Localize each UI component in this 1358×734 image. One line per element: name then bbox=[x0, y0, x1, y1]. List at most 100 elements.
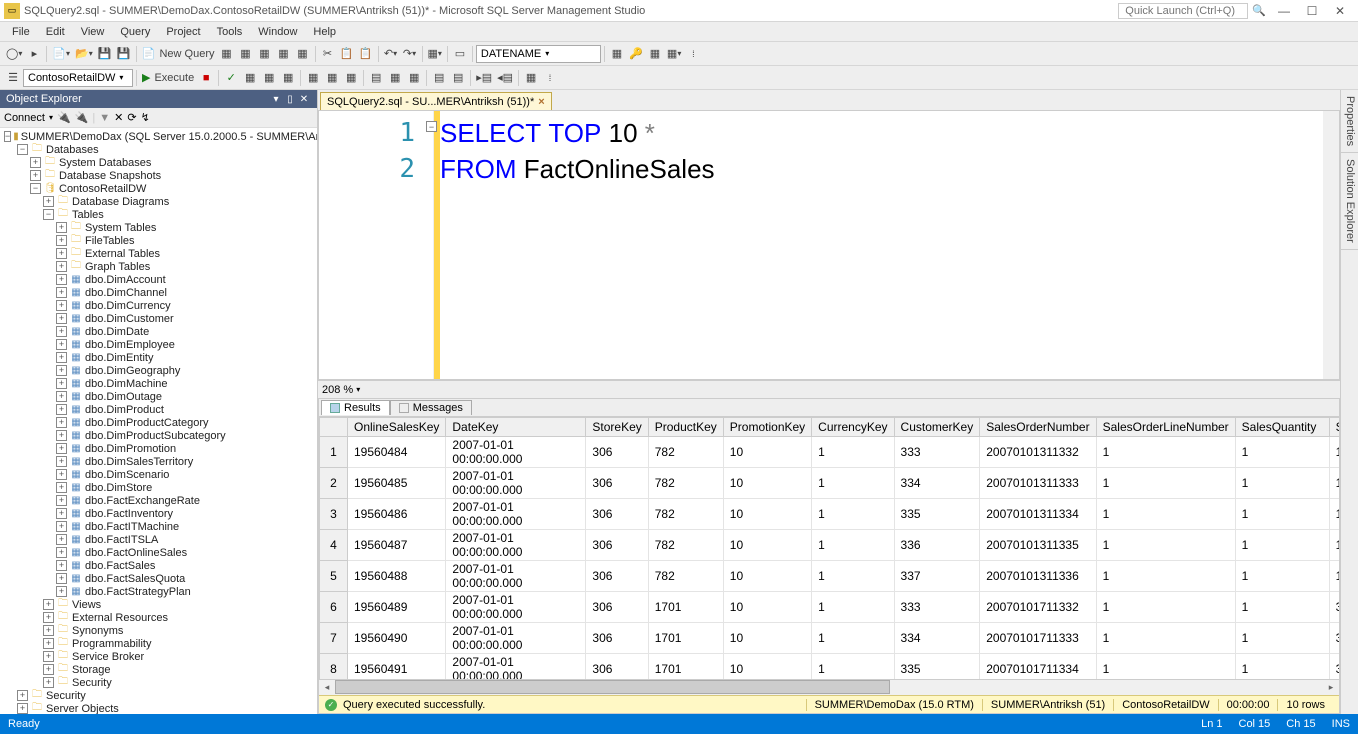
cell[interactable]: 306 bbox=[586, 654, 648, 680]
cell[interactable]: 1 bbox=[1096, 468, 1235, 499]
tool-icon-2[interactable]: 🔑 bbox=[627, 44, 645, 64]
menu-query[interactable]: Query bbox=[112, 24, 158, 40]
column-header[interactable]: SalesOrderLineNumber bbox=[1096, 418, 1235, 437]
table-row[interactable]: 1195604842007-01-01 00:00:00.00030678210… bbox=[320, 437, 1340, 468]
cell[interactable]: 2007-01-01 00:00:00.000 bbox=[446, 437, 586, 468]
cell[interactable]: 1 bbox=[812, 561, 894, 592]
cell[interactable]: 306 bbox=[586, 437, 648, 468]
cell[interactable]: 10 bbox=[723, 437, 811, 468]
database-combo[interactable]: ContosoRetailDW▾ bbox=[23, 69, 133, 87]
menu-file[interactable]: File bbox=[4, 24, 38, 40]
cell[interactable]: 20070101711334 bbox=[980, 654, 1096, 680]
cell[interactable]: 20070101311335 bbox=[980, 530, 1096, 561]
tree-node[interactable]: +🗀Security bbox=[0, 676, 317, 689]
cell[interactable]: 306 bbox=[586, 499, 648, 530]
cell[interactable]: 1 bbox=[1096, 499, 1235, 530]
query-options-icon[interactable]: ▦ bbox=[260, 68, 278, 88]
results-grid-icon[interactable]: ▦ bbox=[386, 68, 404, 88]
cut-button[interactable]: ✂ bbox=[319, 44, 337, 64]
cell[interactable]: 306 bbox=[586, 592, 648, 623]
cell[interactable]: 334 bbox=[894, 468, 980, 499]
cell[interactable]: 782 bbox=[648, 561, 723, 592]
object-explorer-tree[interactable]: −▮SUMMER\DemoDax (SQL Server 15.0.2000.5… bbox=[0, 128, 317, 714]
column-header[interactable]: SalesAmo bbox=[1329, 418, 1339, 437]
tool-icon-4[interactable]: ▦▾ bbox=[665, 44, 683, 64]
undo-button[interactable]: ↶▾ bbox=[382, 44, 400, 64]
close-button[interactable]: ✕ bbox=[1326, 4, 1354, 18]
cell[interactable]: 19560486 bbox=[348, 499, 446, 530]
save-all-button[interactable]: 💾 bbox=[115, 44, 133, 64]
redo-button[interactable]: ↷▾ bbox=[401, 44, 419, 64]
column-header[interactable]: StoreKey bbox=[586, 418, 648, 437]
cell[interactable]: 10 bbox=[723, 592, 811, 623]
results-grid[interactable]: OnlineSalesKeyDateKeyStoreKeyProductKeyP… bbox=[319, 417, 1339, 679]
new-project-button[interactable]: 📄▾ bbox=[50, 44, 72, 64]
tree-node[interactable]: +▦dbo.FactITMachine bbox=[0, 520, 317, 533]
code-content[interactable]: SELECT TOP 10 * FROM FactOnlineSales bbox=[440, 111, 1323, 379]
cell[interactable]: 1 bbox=[812, 530, 894, 561]
copy-button[interactable]: 📋 bbox=[338, 44, 356, 64]
tree-node[interactable]: +🗀External Tables bbox=[0, 247, 317, 260]
cell[interactable]: 1 bbox=[1235, 654, 1329, 680]
oe-icon-6[interactable]: ↯ bbox=[141, 111, 150, 124]
menu-help[interactable]: Help bbox=[305, 24, 344, 40]
stop-button[interactable]: ■ bbox=[197, 68, 215, 88]
table-row[interactable]: 5195604882007-01-01 00:00:00.00030678210… bbox=[320, 561, 1340, 592]
intellisense-icon[interactable]: ▦ bbox=[279, 68, 297, 88]
cell[interactable]: 306 bbox=[586, 530, 648, 561]
cell[interactable]: 10 bbox=[723, 468, 811, 499]
panel-dropdown-icon[interactable]: ▾ bbox=[269, 94, 283, 105]
cell[interactable]: 19560491 bbox=[348, 654, 446, 680]
tree-node[interactable]: +▦dbo.FactInventory bbox=[0, 507, 317, 520]
parse-button[interactable]: ✓ bbox=[222, 68, 240, 88]
cell[interactable]: 2007-01-01 00:00:00.000 bbox=[446, 592, 586, 623]
cell[interactable]: 10.36 bbox=[1329, 468, 1339, 499]
cell[interactable]: 337 bbox=[894, 561, 980, 592]
toolbar-overflow-icon[interactable]: ⁞ bbox=[684, 44, 702, 64]
cell[interactable]: 1 bbox=[1235, 499, 1329, 530]
table-row[interactable]: 3195604862007-01-01 00:00:00.00030678210… bbox=[320, 499, 1340, 530]
row-number[interactable]: 5 bbox=[320, 561, 348, 592]
search-icon[interactable]: 🔍 bbox=[1252, 4, 1266, 17]
cell[interactable]: 1701 bbox=[648, 592, 723, 623]
table-row[interactable]: 2195604852007-01-01 00:00:00.00030678210… bbox=[320, 468, 1340, 499]
tree-node[interactable]: +🗀Service Broker bbox=[0, 650, 317, 663]
as-query-icon[interactable]: ▦ bbox=[237, 44, 255, 64]
column-header[interactable]: SalesOrderNumber bbox=[980, 418, 1096, 437]
cell[interactable]: 1701 bbox=[648, 654, 723, 680]
cell[interactable]: 19560484 bbox=[348, 437, 446, 468]
panel-pin-icon[interactable]: ▯ bbox=[283, 94, 297, 105]
grid-button[interactable]: ▦▾ bbox=[426, 44, 444, 64]
cell[interactable]: 19560490 bbox=[348, 623, 446, 654]
cell[interactable]: 782 bbox=[648, 530, 723, 561]
tree-node[interactable]: +🗀Programmability bbox=[0, 637, 317, 650]
tree-node[interactable]: +🗀FileTables bbox=[0, 234, 317, 247]
cell[interactable]: 2007-01-01 00:00:00.000 bbox=[446, 654, 586, 680]
cell[interactable]: 335 bbox=[894, 654, 980, 680]
tree-node[interactable]: +🗀Synonyms bbox=[0, 624, 317, 637]
save-button[interactable]: 💾 bbox=[96, 44, 114, 64]
cell[interactable]: 1 bbox=[1096, 561, 1235, 592]
cell[interactable]: 3.984 bbox=[1329, 623, 1339, 654]
tree-node[interactable]: +▦dbo.DimAccount bbox=[0, 273, 317, 286]
tree-node[interactable]: +▦dbo.FactITSLA bbox=[0, 533, 317, 546]
cell[interactable]: 1 bbox=[1096, 654, 1235, 680]
indent-icon[interactable]: ▸▤ bbox=[474, 68, 494, 88]
db-engine-query-icon[interactable]: ▦ bbox=[218, 44, 236, 64]
cell[interactable]: 1 bbox=[1235, 592, 1329, 623]
cell[interactable]: 10.36 bbox=[1329, 561, 1339, 592]
cell[interactable]: 782 bbox=[648, 499, 723, 530]
cell[interactable]: 1 bbox=[1096, 530, 1235, 561]
document-tab[interactable]: SQLQuery2.sql - SU...MER\Antriksh (51))*… bbox=[320, 92, 552, 110]
cell[interactable]: 1 bbox=[1096, 437, 1235, 468]
tree-node[interactable]: +🗀Database Snapshots bbox=[0, 169, 317, 182]
results-file-icon[interactable]: ▦ bbox=[405, 68, 423, 88]
specify-values-icon[interactable]: ▦ bbox=[522, 68, 540, 88]
tree-node[interactable]: −🗀Tables bbox=[0, 208, 317, 221]
oe-filter-icon[interactable]: ▼ bbox=[99, 112, 110, 124]
tree-node[interactable]: +🗀Graph Tables bbox=[0, 260, 317, 273]
menu-edit[interactable]: Edit bbox=[38, 24, 73, 40]
row-number[interactable]: 7 bbox=[320, 623, 348, 654]
paste-button[interactable]: 📋 bbox=[357, 44, 375, 64]
row-number[interactable]: 3 bbox=[320, 499, 348, 530]
